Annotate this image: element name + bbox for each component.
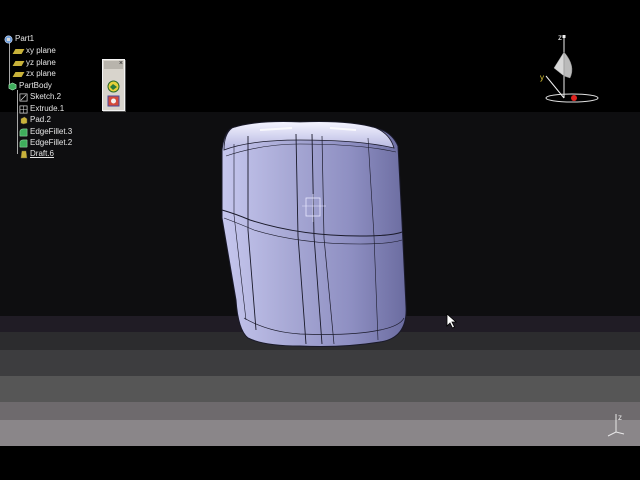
part-icon [4, 35, 13, 43]
tree-connector [17, 90, 18, 154]
compass-z-label: z [558, 33, 562, 42]
tree-item-draft[interactable]: Draft.6 [19, 148, 54, 160]
tree-item-label: Sketch.2 [30, 92, 62, 101]
edge-fillet-icon [19, 128, 28, 136]
3d-part-model[interactable] [205, 115, 425, 355]
plane-icon [12, 71, 25, 77]
sketch-icon [19, 93, 28, 101]
extrude-icon [19, 105, 28, 113]
sketcher-icon[interactable] [107, 95, 120, 107]
mouse-cursor-icon [446, 313, 458, 329]
3d-viewport[interactable]: Part1 xy plane yz plane zx plane PartBod… [0, 0, 640, 480]
tree-item-pad[interactable]: Pad.2 [19, 114, 51, 126]
draft-icon [20, 150, 28, 158]
pad-icon [20, 116, 28, 124]
compass-y-label: y [540, 73, 544, 82]
workbench-toolbar[interactable]: × [102, 59, 125, 111]
axis-indicator: z [607, 413, 625, 437]
plane-icon [12, 48, 25, 54]
tree-item-label: zx plane [26, 69, 56, 78]
tree-item-zx-plane[interactable]: zx plane [12, 68, 56, 80]
tree-item-sketch[interactable]: Sketch.2 [19, 91, 61, 103]
tree-item-part1[interactable]: Part1 [4, 33, 34, 45]
tree-item-label: Part1 [15, 34, 35, 43]
axis-z-label: z [618, 413, 622, 422]
edge-fillet-icon [19, 139, 28, 147]
tree-item-xy-plane[interactable]: xy plane [12, 45, 56, 57]
tree-item-label: Pad.2 [30, 115, 51, 124]
plane-icon [12, 60, 25, 66]
compass[interactable]: z y [536, 30, 602, 110]
tree-item-label: Draft.6 [30, 149, 55, 158]
part-design-icon[interactable] [107, 80, 120, 93]
body-icon [8, 82, 17, 90]
close-icon[interactable]: × [119, 60, 123, 67]
tree-item-label: xy plane [26, 46, 56, 55]
